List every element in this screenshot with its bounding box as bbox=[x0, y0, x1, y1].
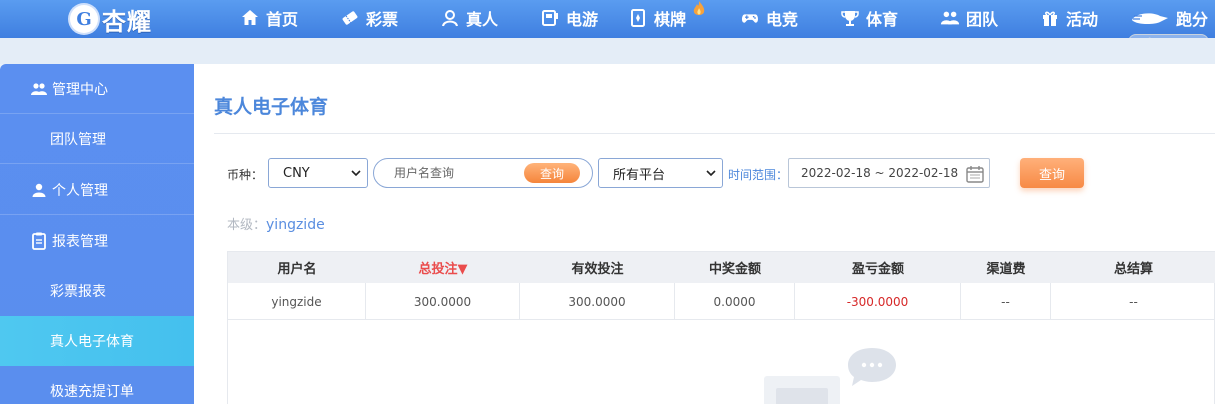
table-row: yingzide 300.0000 300.0000 0.0000 -300.0… bbox=[228, 283, 1215, 320]
date-range-label: 时间范围： bbox=[728, 168, 789, 182]
sidebar-item-personal-management[interactable]: 个人管理 bbox=[0, 165, 194, 215]
nav-label: 棋牌 bbox=[654, 10, 687, 29]
report-icon bbox=[30, 232, 48, 250]
trophy-icon bbox=[840, 8, 860, 28]
col-profit-loss: 盈亏金额 bbox=[851, 262, 904, 277]
home-icon bbox=[240, 8, 260, 28]
sidebar-item-team-management[interactable]: 团队管理 bbox=[0, 114, 194, 164]
users-icon bbox=[30, 80, 48, 98]
username-search: 查询 bbox=[373, 158, 593, 188]
col-total-settlement: 总结算 bbox=[1113, 262, 1153, 277]
nav-item-home[interactable]: 首页 bbox=[240, 0, 298, 36]
sidebar-item-label: 管理中心 bbox=[52, 81, 108, 98]
nav-label: 真人 bbox=[466, 10, 499, 29]
nav-item-live[interactable]: 真人 bbox=[440, 0, 498, 36]
title-divider bbox=[214, 133, 1215, 134]
nav-label: 跑分 bbox=[1176, 10, 1209, 29]
nav-label: 电游 bbox=[566, 10, 599, 29]
empty-state-illustration bbox=[764, 348, 896, 404]
slot-icon bbox=[540, 8, 560, 28]
card-icon bbox=[628, 8, 648, 28]
cell-username: yingzide bbox=[228, 283, 366, 320]
cell-total-bet: 300.0000 bbox=[366, 283, 520, 320]
page-title: 真人电子体育 bbox=[214, 96, 329, 118]
nav-item-lottery[interactable]: 彩票 bbox=[340, 0, 398, 36]
user-icon bbox=[30, 181, 48, 199]
hot-flame-icon bbox=[693, 1, 705, 15]
cell-winning-amount: 0.0000 bbox=[675, 283, 795, 320]
nav-item-chess[interactable]: 棋牌 bbox=[628, 0, 686, 36]
col-total-bet[interactable]: 总投注▼ bbox=[366, 252, 520, 283]
logo-badge: G bbox=[70, 5, 98, 33]
chevron-down-icon bbox=[706, 170, 716, 177]
sidebar-item-lottery-report[interactable]: 彩票报表 bbox=[0, 266, 194, 316]
speed-icon bbox=[1130, 8, 1170, 28]
gift-icon bbox=[1040, 8, 1060, 28]
report-table: 用户名 总投注▼ 有效投注 中奖金额 盈亏金额 渠道费 总结算 yingzide… bbox=[227, 251, 1215, 404]
main-panel: 真人电子体育 币种： CNY 查询 所有平台 时间范围： 2022-02-18 … bbox=[194, 64, 1215, 404]
platform-value: 所有平台 bbox=[613, 167, 666, 183]
current-level: 本级：yingzide bbox=[227, 214, 325, 233]
gamepad-icon bbox=[740, 8, 760, 28]
nav-label: 彩票 bbox=[366, 10, 399, 29]
username-input[interactable] bbox=[374, 159, 524, 187]
brand-logo[interactable]: G 杏耀 bbox=[70, 2, 152, 36]
level-value[interactable]: yingzide bbox=[266, 217, 325, 233]
nav-label: 团队 bbox=[966, 10, 999, 29]
nav-item-team[interactable]: 团队 bbox=[940, 0, 998, 36]
nav-item-sports[interactable]: 体育 bbox=[840, 0, 898, 36]
date-range-field[interactable]: 2022-02-18 ~ 2022-02-18 bbox=[788, 158, 990, 188]
sidebar: 管理中心 团队管理 个人管理 报表管理 彩票报表 真人电子体育 极速充提订单 bbox=[0, 64, 194, 404]
calendar-icon bbox=[966, 166, 984, 183]
nav-item-esports[interactable]: 电竞 bbox=[740, 0, 798, 36]
sidebar-item-management-center[interactable]: 管理中心 bbox=[0, 64, 194, 114]
col-channel-fee: 渠道费 bbox=[986, 262, 1026, 277]
currency-label: 币种： bbox=[227, 168, 264, 182]
ticket-icon bbox=[340, 8, 360, 28]
table-header: 用户名 总投注▼ 有效投注 中奖金额 盈亏金额 渠道费 总结算 bbox=[228, 252, 1215, 283]
header-band bbox=[0, 38, 1215, 64]
nav-label: 电竞 bbox=[766, 10, 799, 29]
col-winning-amount: 中奖金额 bbox=[708, 262, 761, 277]
currency-value: CNY bbox=[283, 165, 310, 181]
nav-item-promo[interactable]: 活动 bbox=[1040, 0, 1098, 36]
col-username: 用户名 bbox=[277, 262, 317, 277]
query-button[interactable]: 查询 bbox=[1020, 158, 1084, 188]
nav-label: 体育 bbox=[866, 10, 899, 29]
team-icon bbox=[940, 8, 960, 28]
sidebar-item-label: 彩票报表 bbox=[50, 284, 106, 300]
sidebar-item-label: 真人电子体育 bbox=[50, 334, 134, 350]
chevron-down-icon bbox=[351, 170, 361, 177]
sidebar-item-label: 团队管理 bbox=[50, 131, 106, 148]
level-label: 本级： bbox=[227, 218, 267, 233]
cell-profit-loss: -300.0000 bbox=[795, 283, 961, 320]
top-nav: G 杏耀 首页 彩票 真人 电游 棋牌 电竞 体育 团队 活动 跑分 bbox=[0, 0, 1215, 38]
nav-item-slots[interactable]: 电游 bbox=[540, 0, 598, 36]
cell-valid-bet: 300.0000 bbox=[520, 283, 675, 320]
col-valid-bet: 有效投注 bbox=[571, 262, 624, 277]
currency-select[interactable]: CNY bbox=[268, 158, 368, 188]
platform-select[interactable]: 所有平台 bbox=[598, 158, 723, 188]
sidebar-item-report-management[interactable]: 报表管理 bbox=[0, 216, 194, 266]
nav-label: 首页 bbox=[266, 10, 299, 29]
sidebar-item-label: 个人管理 bbox=[52, 182, 108, 199]
sidebar-item-label: 报表管理 bbox=[52, 234, 108, 250]
username-search-button[interactable]: 查询 bbox=[524, 163, 580, 183]
person-icon bbox=[440, 8, 460, 28]
sidebar-item-fast-deposit-orders[interactable]: 极速充提订单 bbox=[0, 366, 194, 404]
nav-label: 活动 bbox=[1066, 10, 1099, 29]
cell-total-settlement: -- bbox=[1129, 294, 1138, 309]
logo-text: 杏耀 bbox=[102, 7, 152, 36]
date-range-value: 2022-02-18 ~ 2022-02-18 bbox=[801, 166, 959, 180]
sidebar-item-live-esports[interactable]: 真人电子体育 bbox=[0, 316, 194, 366]
sidebar-item-label: 极速充提订单 bbox=[50, 384, 134, 400]
cell-channel-fee: -- bbox=[961, 283, 1051, 320]
nav-item-runscore[interactable]: 跑分 bbox=[1130, 0, 1208, 36]
